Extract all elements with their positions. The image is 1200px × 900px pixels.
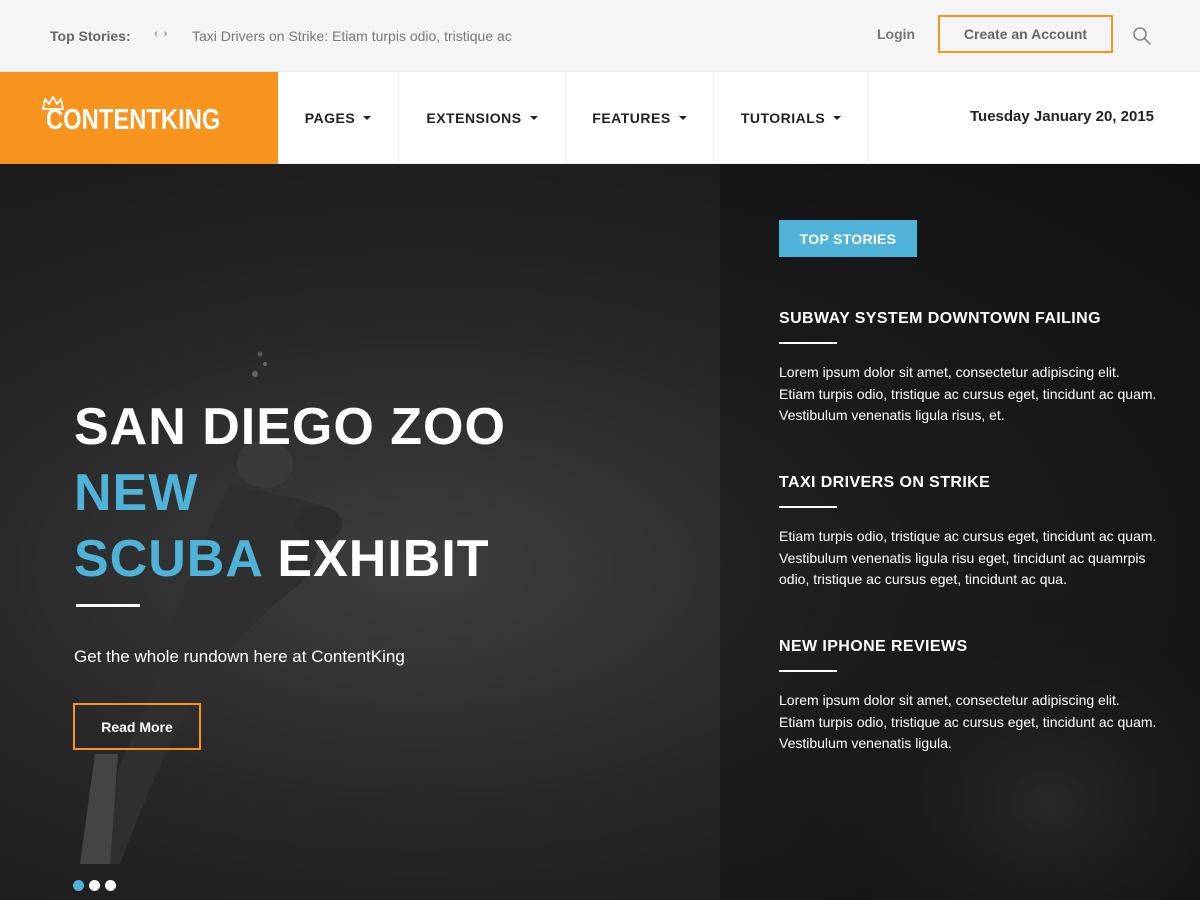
caret-down-icon [363, 116, 372, 120]
slide-dot-1[interactable] [73, 880, 84, 891]
caret-down-icon [678, 116, 687, 120]
caret-down-icon [833, 116, 842, 120]
story-divider [779, 342, 837, 344]
story-excerpt: Lorem ipsum dolor sit amet, consectetur … [779, 692, 1157, 751]
slider-pagination [73, 880, 116, 891]
hero-title: SAN DIEGO ZOO NEW SCUBA EXHIBIT [74, 394, 506, 592]
nav-item-label: FEATURES [592, 110, 671, 126]
hero-title-line1: SAN DIEGO ZOO [74, 398, 506, 456]
ticker-arrows: ‹› [154, 28, 173, 40]
nav-item-tutorials[interactable]: TUTORIALS [714, 72, 869, 164]
story-divider [779, 670, 837, 672]
hero-title-line2: NEW [74, 464, 199, 522]
story-excerpt: Lorem ipsum dolor sit amet, consectetur … [779, 364, 1157, 423]
nav-menu: PAGES EXTENSIONS FEATURES TUTORIALS [278, 72, 869, 164]
story-excerpt: Etiam turpis odio, tristique ac cursus e… [779, 528, 1157, 587]
hero-title-line3-rest: EXHIBIT [277, 530, 490, 588]
search-icon[interactable] [1132, 26, 1152, 46]
hero-subtitle: Get the whole rundown here at ContentKin… [74, 647, 405, 666]
site-logo[interactable]: CONTENTKING [0, 72, 278, 164]
story-title-link[interactable]: SUBWAY SYSTEM DOWNTOWN FAILING [779, 310, 1159, 328]
nav-item-pages[interactable]: PAGES [278, 72, 399, 164]
slide-dot-2[interactable] [89, 880, 100, 891]
ticker-headline-link[interactable]: Taxi Drivers on Strike: Etiam turpis odi… [192, 28, 512, 44]
nav-item-extensions[interactable]: EXTENSIONS [399, 72, 566, 164]
hero-slider: SAN DIEGO ZOO NEW SCUBA EXHIBIT Get the … [0, 164, 1200, 900]
top-stories-label: Top Stories: [50, 28, 131, 44]
story-title-link[interactable]: TAXI DRIVERS ON STRIKE [779, 474, 1159, 492]
story-divider [779, 506, 837, 508]
nav-item-label: TUTORIALS [740, 110, 826, 126]
story-title-link[interactable]: NEW IPHONE REVIEWS [779, 638, 1159, 656]
read-more-button[interactable]: Read More [73, 703, 201, 750]
login-link[interactable]: Login [877, 26, 915, 42]
story-item: SUBWAY SYSTEM DOWNTOWN FAILING Lorem ips… [779, 310, 1159, 427]
create-account-button[interactable]: Create an Account [938, 15, 1113, 53]
main-navbar: CONTENTKING PAGES EXTENSIONS FEATURES TU… [0, 72, 1200, 164]
top-stories-badge: TOP STORIES [779, 220, 917, 257]
caret-down-icon [529, 116, 538, 120]
hero-title-line3-highlight: SCUBA [74, 530, 262, 588]
hero-divider [76, 604, 140, 607]
story-item: NEW IPHONE REVIEWS Lorem ipsum dolor sit… [779, 638, 1159, 755]
ticker-prev-icon[interactable]: ‹ [154, 28, 164, 40]
slide-dot-3[interactable] [105, 880, 116, 891]
current-date: Tuesday January 20, 2015 [970, 108, 1154, 125]
top-utility-bar: Top Stories: ‹› Taxi Drivers on Strike: … [0, 0, 1200, 72]
nav-item-features[interactable]: FEATURES [566, 72, 714, 164]
ticker-next-icon[interactable]: › [164, 28, 174, 40]
logo-text: CONTENTKING [46, 104, 221, 136]
story-item: TAXI DRIVERS ON STRIKE Etiam turpis odio… [779, 474, 1159, 591]
nav-item-label: EXTENSIONS [426, 110, 522, 126]
nav-item-label: PAGES [304, 110, 356, 126]
